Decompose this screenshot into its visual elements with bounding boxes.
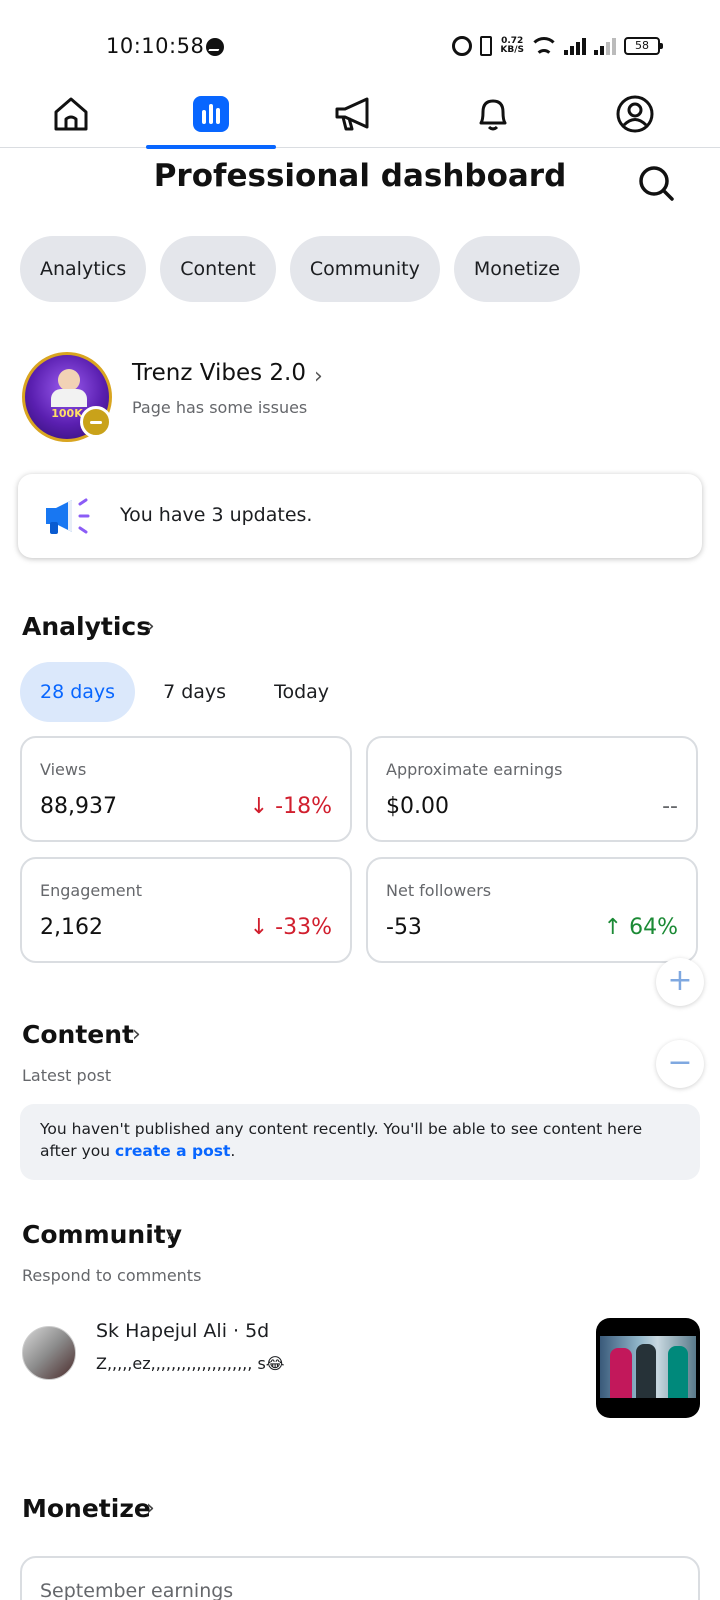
top-nav [0,80,720,149]
avatar-person [58,369,80,391]
chip-analytics[interactable]: Analytics [20,236,147,302]
metric-value: 2,162 [40,915,103,940]
metric-change: -- [662,794,678,819]
zoom-in-button[interactable]: + [656,958,704,1006]
thumbnail-figure [610,1348,632,1398]
content-title[interactable]: Content [22,1020,134,1049]
chevron-right-icon[interactable]: › [132,1022,141,1047]
create-post-link[interactable]: create a post [115,1142,230,1160]
signal-icon [564,37,586,55]
signal-icon-2 [594,37,616,55]
status-bar: 10:10:58 0.72 KB/S 58 [0,0,720,92]
post-thumbnail[interactable] [596,1318,700,1418]
search-icon[interactable] [636,163,676,203]
page-name[interactable]: Trenz Vibes 2.0 [132,360,306,386]
nav-profile[interactable] [570,80,700,148]
nav-dashboard[interactable] [146,80,276,149]
wifi-icon [532,37,556,55]
analytics-title[interactable]: Analytics [22,612,151,641]
comment-author[interactable]: Sk Hapejul Ali · 5d [96,1320,269,1342]
comment-text[interactable]: Z,,,,,ez,,,,,,,,,,,,,,,,,,,, s😂 [96,1354,284,1373]
range-tabs: 28 days 7 days Today [20,662,349,722]
commenter-avatar[interactable] [22,1326,76,1380]
messenger-icon [206,38,224,56]
page-status: Page has some issues [132,398,308,417]
megaphone-icon [335,97,369,131]
thumbnail-figure [668,1346,688,1398]
avatar-body [51,389,87,407]
metric-label: Engagement [40,881,143,900]
alarm-icon [452,36,473,56]
status-time: 10:10:58 [106,34,205,58]
bell-icon [479,99,507,131]
status-minus-icon [80,406,112,438]
updates-card[interactable]: You have 3 updates. [18,474,702,558]
vibrate-icon [480,36,493,56]
monetize-title[interactable]: Monetize [22,1494,151,1523]
community-title[interactable]: Community [22,1220,182,1249]
range-tab-7-days[interactable]: 7 days [143,662,246,722]
chip-monetize[interactable]: Monetize [453,236,580,302]
earnings-card[interactable]: September earnings [20,1556,700,1600]
zoom-out-button[interactable]: − [656,1040,704,1088]
chip-community[interactable]: Community [289,236,440,302]
metric-label: Net followers [386,881,492,900]
profile-icon [616,95,654,133]
metric-earnings[interactable]: Approximate earnings $0.00 -- [366,736,698,842]
chip-content[interactable]: Content [160,236,276,302]
nav-home[interactable] [6,80,136,148]
metric-change: ↑ 64% [603,915,678,940]
metric-engagement[interactable]: Engagement 2,162 ↓ -33% [20,857,352,963]
chevron-right-icon: › [314,364,323,389]
content-subtitle: Latest post [22,1066,112,1085]
home-icon [54,97,88,131]
dashboard-icon [193,96,229,132]
updates-text: You have 3 updates. [120,504,313,526]
content-end: . [230,1142,236,1160]
metric-change: ↓ -33% [249,915,332,940]
range-tab-28-days[interactable]: 28 days [20,662,136,722]
section-chips: Analytics Content Community Monetize [20,236,580,302]
earnings-label: September earnings [40,1580,234,1600]
metric-net-followers[interactable]: Net followers -53 ↑ 64% [366,857,698,963]
metric-value: -53 [386,915,422,940]
page-profile[interactable]: 100K Trenz Vibes 2.0 › Page has some iss… [22,352,702,444]
network-speed: 0.72 KB/S [500,36,524,55]
chevron-right-icon[interactable]: › [146,1496,155,1521]
updates-megaphone-icon [46,498,90,534]
page-title: Professional dashboard [153,158,567,194]
metric-views[interactable]: Views 88,937 ↓ -18% [20,736,352,842]
metric-value: 88,937 [40,794,117,819]
range-tab-today[interactable]: Today [254,662,349,722]
metric-value: $0.00 [386,794,449,819]
content-empty-box: You haven't published any content recent… [20,1104,700,1180]
nav-notifications[interactable] [428,80,558,148]
community-subtitle: Respond to comments [22,1266,202,1285]
status-icons: 0.72 KB/S 58 [452,36,663,56]
metric-label: Views [40,760,87,779]
chevron-right-icon[interactable]: › [146,614,155,639]
metric-label: Approximate earnings [386,760,563,779]
battery-icon: 58 [624,37,663,55]
thumbnail-figure [636,1344,656,1398]
metric-change: ↓ -18% [249,794,332,819]
chevron-right-icon[interactable]: › [166,1222,175,1247]
nav-ads[interactable] [288,80,418,148]
